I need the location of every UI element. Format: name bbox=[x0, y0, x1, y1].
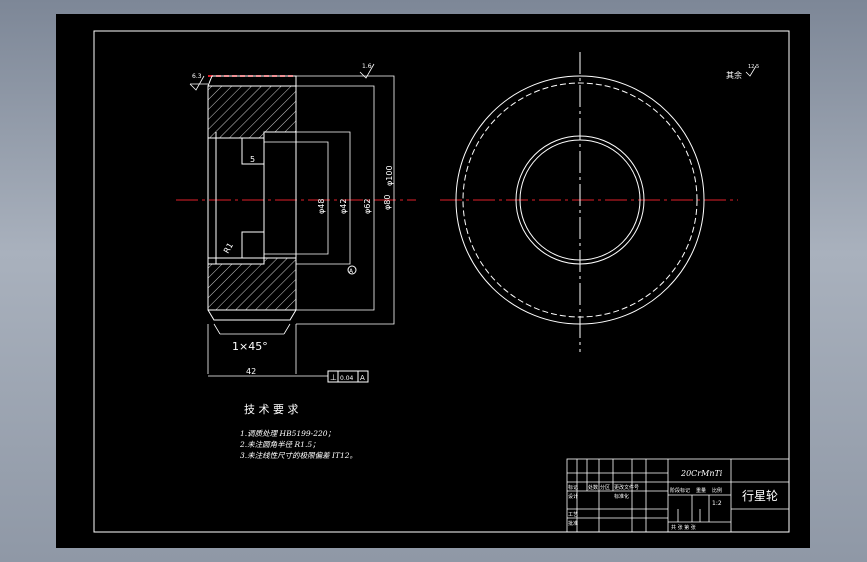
cad-drawing: φ48 φ42 φ62 φ80 φ100 A 5 R1 1×45° 42 ⊥ 0… bbox=[93, 30, 790, 533]
svg-text:1.6: 1.6 bbox=[362, 63, 372, 70]
dim-groove-width: 5 bbox=[250, 155, 255, 164]
surface-finish-top-left: 6.3 bbox=[189, 73, 208, 91]
svg-text:A: A bbox=[360, 374, 365, 382]
dim-fillet: R1 bbox=[222, 241, 235, 255]
svg-text:标记: 标记 bbox=[568, 484, 578, 491]
svg-text:其余: 其余 bbox=[726, 70, 742, 80]
svg-text:分区: 分区 bbox=[600, 484, 610, 491]
technical-requirements: 技 术 要 求 1.调质处理 HB5199-220； 2.未注圆角半径 R1.5… bbox=[239, 403, 357, 460]
svg-text:重量: 重量 bbox=[696, 487, 706, 494]
dim-inner-diameter: φ42 bbox=[339, 199, 348, 214]
surface-finish-remaining: 其余 12.5 bbox=[726, 64, 759, 80]
svg-text:⊥: ⊥ bbox=[330, 373, 337, 382]
svg-text:处数: 处数 bbox=[588, 484, 598, 491]
svg-text:12.5: 12.5 bbox=[748, 64, 759, 70]
lower-hatch-section bbox=[207, 257, 297, 311]
requirement-item-2: 2.未注圆角半径 R1.5； bbox=[239, 440, 320, 449]
dim-groove-diameter: φ48 bbox=[317, 199, 326, 214]
dim-bore-diameter: φ80 bbox=[383, 195, 392, 210]
dim-chamfer: 1×45° bbox=[232, 340, 268, 353]
svg-text:共 张 第 张: 共 张 第 张 bbox=[671, 524, 696, 531]
svg-text:比例: 比例 bbox=[712, 487, 722, 494]
front-view bbox=[440, 52, 738, 352]
upper-hatch-section bbox=[207, 85, 297, 139]
svg-text:标准化: 标准化 bbox=[614, 493, 629, 500]
material-label: 20CrMnTi bbox=[680, 469, 723, 478]
drawing-border bbox=[93, 30, 790, 533]
svg-text:批准: 批准 bbox=[568, 520, 578, 527]
dim-bore-diameter-lower: φ62 bbox=[363, 199, 372, 214]
requirement-item-3: 3.未注线性尺寸的极限偏差 IT12。 bbox=[240, 451, 357, 460]
svg-text:更改文件号: 更改文件号 bbox=[614, 484, 639, 491]
svg-text:6.3: 6.3 bbox=[192, 73, 202, 80]
dim-outer-diameter: φ100 bbox=[385, 165, 394, 186]
section-view: φ48 φ42 φ62 φ80 φ100 A 5 R1 1×45° 42 ⊥ 0… bbox=[176, 63, 416, 383]
svg-text:0.04: 0.04 bbox=[340, 375, 354, 382]
tolerance-frame: ⊥ 0.04 A bbox=[296, 370, 369, 383]
part-name: 行星轮 bbox=[742, 489, 778, 503]
dim-width: 42 bbox=[246, 367, 256, 376]
groove-outline-lower bbox=[241, 231, 265, 259]
drawing-sheet: φ48 φ42 φ62 φ80 φ100 A 5 R1 1×45° 42 ⊥ 0… bbox=[56, 14, 810, 548]
svg-text:设计: 设计 bbox=[568, 493, 578, 500]
requirements-title: 技 术 要 求 bbox=[244, 403, 299, 416]
svg-text:阶段标记: 阶段标记 bbox=[670, 487, 690, 494]
svg-text:工艺: 工艺 bbox=[568, 512, 578, 518]
svg-text:1:2: 1:2 bbox=[712, 500, 722, 507]
requirement-item-1: 1.调质处理 HB5199-220； bbox=[240, 429, 335, 438]
